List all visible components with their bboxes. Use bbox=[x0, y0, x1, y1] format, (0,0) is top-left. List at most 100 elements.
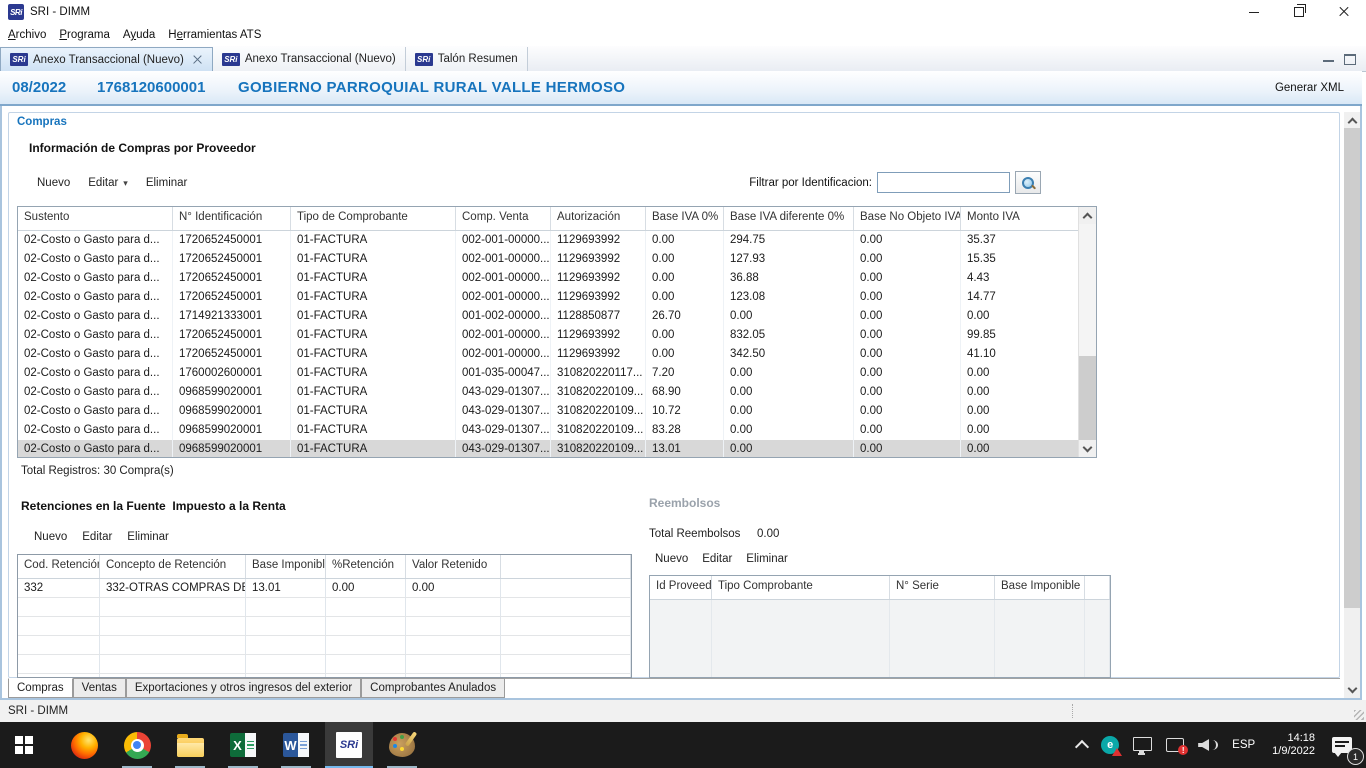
table-row[interactable]: 02-Costo o Gasto para d...17206524500010… bbox=[18, 288, 1096, 307]
eliminar-button[interactable]: Eliminar bbox=[146, 177, 188, 189]
taskbar-sri-dimm[interactable]: SRi bbox=[325, 722, 373, 768]
column-header[interactable]: Base IVA diferente 0% bbox=[724, 207, 854, 230]
taskbar-excel[interactable]: X bbox=[219, 722, 267, 768]
view-minimize-icon[interactable] bbox=[1323, 57, 1334, 62]
resize-grip-icon[interactable] bbox=[1354, 710, 1364, 720]
start-button[interactable] bbox=[0, 722, 48, 768]
tray-antivirus[interactable]: e bbox=[1094, 722, 1126, 768]
column-header[interactable]: N° Identificación bbox=[173, 207, 291, 230]
taskbar-chrome[interactable] bbox=[113, 722, 161, 768]
table-cell: 7.20 bbox=[646, 364, 724, 383]
table-row[interactable]: 02-Costo o Gasto para d...09685990200010… bbox=[18, 383, 1096, 402]
page-scrollbar[interactable] bbox=[1344, 112, 1360, 698]
column-header[interactable]: Cod. Retención bbox=[18, 555, 100, 578]
table-row[interactable]: 02-Costo o Gasto para d...17206524500010… bbox=[18, 345, 1096, 364]
column-header[interactable]: Tipo de Comprobante bbox=[291, 207, 456, 230]
column-header[interactable]: Sustento bbox=[18, 207, 173, 230]
table-row[interactable]: 02-Costo o Gasto para d...17206524500010… bbox=[18, 250, 1096, 269]
notifications-button[interactable]: 1 bbox=[1325, 722, 1366, 768]
bottom-tab-ventas[interactable]: Ventas bbox=[73, 678, 126, 698]
table-row[interactable] bbox=[18, 636, 631, 655]
table-cell: 0.00 bbox=[406, 579, 501, 597]
table-cell: 0.00 bbox=[646, 250, 724, 269]
column-header[interactable]: Id Proveedor bbox=[650, 576, 712, 599]
column-header[interactable]: Base IVA 0% bbox=[646, 207, 724, 230]
editar-button[interactable]: Editar▾ bbox=[88, 177, 128, 189]
column-header[interactable]: Tipo Comprobante bbox=[712, 576, 890, 599]
table-cell: 02-Costo o Gasto para d... bbox=[18, 364, 173, 383]
column-header[interactable]: Base Imponible bbox=[995, 576, 1085, 599]
table-row[interactable]: 02-Costo o Gasto para d...17600026000010… bbox=[18, 364, 1096, 383]
table-header-row: Cod. RetenciónConcepto de RetenciónBase … bbox=[18, 555, 631, 579]
table-row[interactable]: 02-Costo o Gasto para d...17206524500010… bbox=[18, 231, 1096, 250]
restore-icon bbox=[1294, 7, 1304, 17]
sri-logo-icon: SRi bbox=[415, 53, 433, 66]
column-header[interactable]: Base No Objeto IVA bbox=[854, 207, 961, 230]
column-header[interactable]: Concepto de Retención bbox=[100, 555, 246, 578]
eliminar-button[interactable]: Eliminar bbox=[127, 531, 169, 543]
editar-button[interactable]: Editar bbox=[82, 531, 112, 543]
editar-button[interactable]: Editar bbox=[702, 553, 732, 565]
tab-close-icon[interactable] bbox=[192, 54, 203, 65]
table-row[interactable] bbox=[18, 598, 631, 617]
bottom-tab-compras[interactable]: Compras bbox=[8, 678, 73, 698]
nuevo-button[interactable]: Nuevo bbox=[34, 531, 67, 543]
table-row[interactable]: 02-Costo o Gasto para d...17206524500010… bbox=[18, 269, 1096, 288]
bottom-tab-exportaciones[interactable]: Exportaciones y otros ingresos del exter… bbox=[126, 678, 361, 698]
column-header[interactable]: Base Imponible bbox=[246, 555, 326, 578]
column-header[interactable]: %Retención bbox=[326, 555, 406, 578]
taskbar-word[interactable]: W bbox=[272, 722, 320, 768]
tray-display-alert[interactable]: ! bbox=[1159, 722, 1191, 768]
language-indicator[interactable]: ESP bbox=[1225, 722, 1262, 768]
tab-anexo-transaccional-1[interactable]: SRi Anexo Transaccional (Nuevo) bbox=[0, 47, 213, 71]
restore-button[interactable] bbox=[1276, 0, 1321, 24]
clock[interactable]: 14:18 1/9/2022 bbox=[1262, 732, 1325, 758]
eliminar-button[interactable]: Eliminar bbox=[746, 553, 788, 565]
table-row[interactable]: 02-Costo o Gasto para d...09685990200010… bbox=[18, 421, 1096, 440]
taskbar-firefox[interactable] bbox=[60, 722, 108, 768]
taskbar-paint[interactable] bbox=[378, 722, 426, 768]
tab-anexo-transaccional-2[interactable]: SRi Anexo Transaccional (Nuevo) bbox=[213, 47, 406, 71]
table-row[interactable]: 02-Costo o Gasto para d...09685990200010… bbox=[18, 440, 1096, 458]
scroll-down-icon[interactable] bbox=[1344, 681, 1360, 698]
column-header[interactable]: Monto IVA bbox=[961, 207, 1080, 230]
tray-expand-button[interactable] bbox=[1070, 722, 1094, 768]
table-row[interactable]: 02-Costo o Gasto para d...17206524500010… bbox=[18, 326, 1096, 345]
column-header[interactable]: Autorización bbox=[551, 207, 646, 230]
menu-programa[interactable]: Programa bbox=[59, 26, 119, 44]
chevron-down-icon[interactable]: ▾ bbox=[123, 178, 128, 189]
menu-herramientas-ats[interactable]: Herramientas ATS bbox=[168, 26, 270, 44]
scrollbar-thumb[interactable] bbox=[1079, 356, 1096, 442]
close-button[interactable] bbox=[1321, 0, 1366, 24]
column-header[interactable]: Valor Retenido bbox=[406, 555, 501, 578]
table-row[interactable] bbox=[18, 655, 631, 674]
language-label: ESP bbox=[1232, 739, 1255, 751]
scroll-up-icon[interactable] bbox=[1344, 112, 1360, 129]
tray-volume[interactable] bbox=[1191, 722, 1225, 768]
taskbar-file-explorer[interactable] bbox=[166, 722, 214, 768]
generar-xml-button[interactable]: Generar XML bbox=[1275, 82, 1344, 94]
bottom-tab-comprobantes-anulados[interactable]: Comprobantes Anulados bbox=[361, 678, 505, 698]
table-cell: 35.37 bbox=[961, 231, 1080, 250]
table-scrollbar[interactable] bbox=[1078, 207, 1096, 457]
column-header[interactable]: N° Serie bbox=[890, 576, 995, 599]
table-row[interactable]: 02-Costo o Gasto para d...17149213330010… bbox=[18, 307, 1096, 326]
tab-talon-resumen[interactable]: SRi Talón Resumen bbox=[406, 47, 528, 71]
tray-network[interactable] bbox=[1126, 722, 1159, 768]
nuevo-button[interactable]: Nuevo bbox=[37, 177, 70, 189]
search-button[interactable] bbox=[1015, 171, 1041, 194]
nuevo-button[interactable]: Nuevo bbox=[655, 553, 688, 565]
table-row[interactable]: 332332-OTRAS COMPRAS DE BIE...13.010.000… bbox=[18, 579, 631, 598]
scroll-up-icon[interactable] bbox=[1079, 207, 1096, 224]
filter-input[interactable] bbox=[877, 172, 1010, 193]
table-row[interactable]: 02-Costo o Gasto para d...09685990200010… bbox=[18, 402, 1096, 421]
minimize-button[interactable] bbox=[1231, 0, 1276, 24]
view-maximize-icon[interactable] bbox=[1344, 54, 1356, 65]
scroll-down-icon[interactable] bbox=[1079, 440, 1096, 457]
table-row[interactable] bbox=[18, 617, 631, 636]
menu-ayuda[interactable]: Ayuda bbox=[123, 26, 164, 44]
column-header[interactable]: Comp. Venta bbox=[456, 207, 551, 230]
menu-archivo[interactable]: Archivo bbox=[8, 26, 55, 44]
table-cell bbox=[326, 617, 406, 635]
scrollbar-thumb[interactable] bbox=[1344, 128, 1360, 608]
